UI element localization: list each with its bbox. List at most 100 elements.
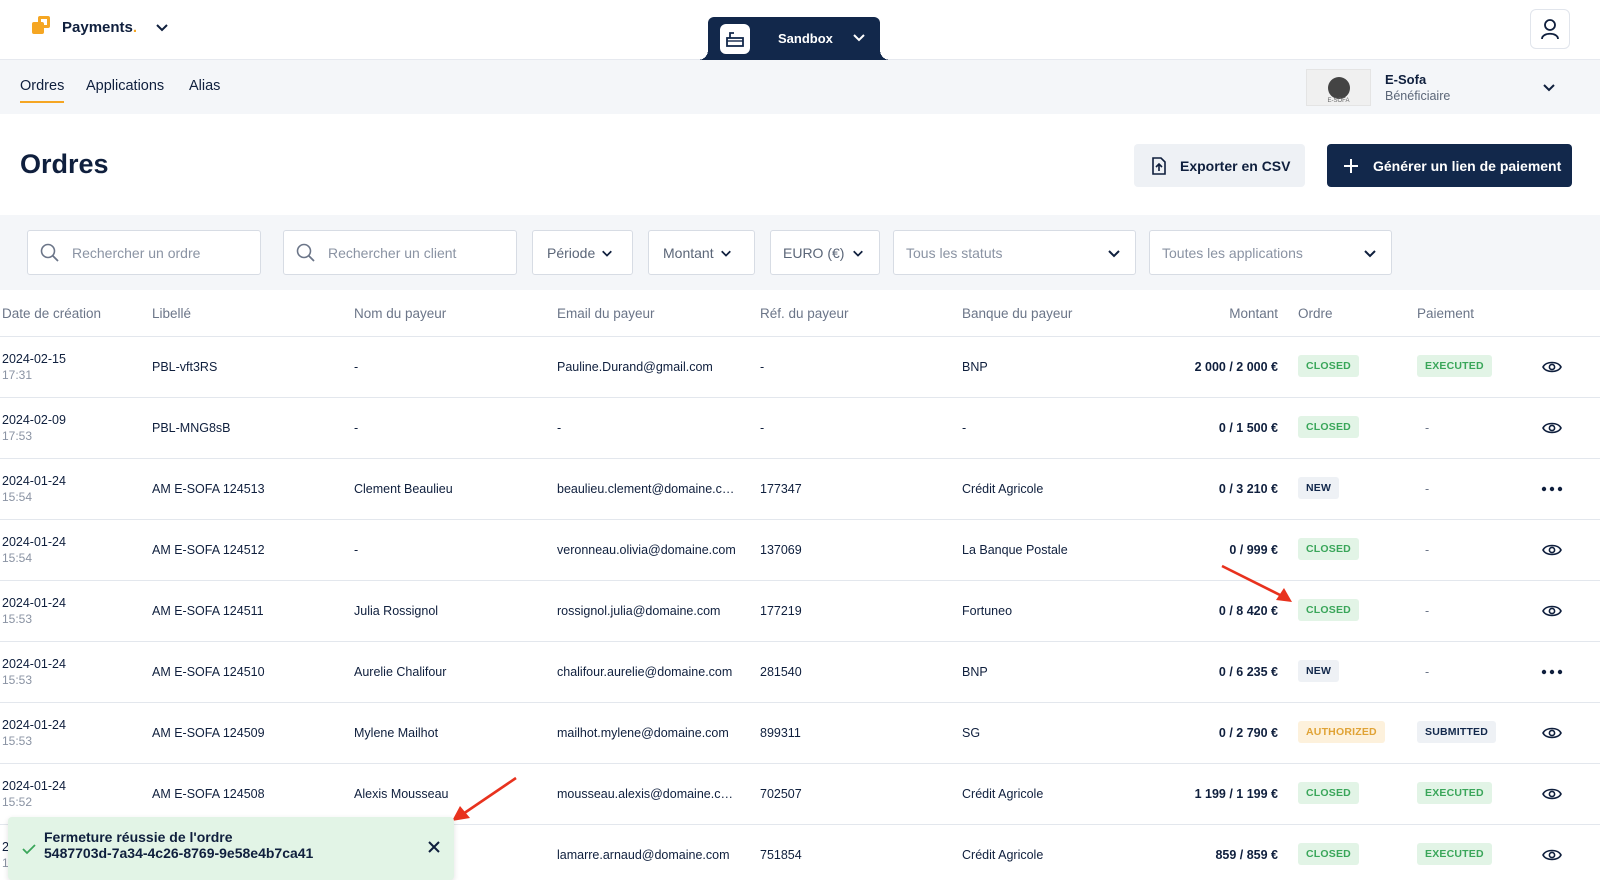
payer-bank: SG [962,726,981,740]
status-filter[interactable]: Tous les statuts [893,230,1136,275]
payer-email: - [557,421,562,435]
search-order-input[interactable]: Rechercher un ordre [27,230,261,275]
payer-bank: Crédit Agricole [962,482,1044,496]
applications-filter[interactable]: Toutes les applications [1149,230,1392,275]
currency-filter[interactable]: EURO (€) [770,230,880,275]
column-header[interactable]: Paiement [1417,306,1474,321]
table-row[interactable]: 2024-01-24 15:54 AM E-SOFA 124513 Clement B… [0,459,1600,520]
table-row[interactable]: 2024-01-24 15:52 AM E-SOFA 124508 Alexis Mo… [0,764,1600,825]
amount: 0 / 8 420 € [1218,604,1278,618]
more-horizontal-icon [1541,669,1563,675]
tab-applications[interactable]: Applications [86,78,164,94]
payer-bank: La Banque Postale [962,543,1068,557]
chevron-down-icon [720,250,731,257]
close-icon[interactable] [426,839,442,855]
payer-bank: Crédit Agricole [962,848,1044,862]
column-header[interactable]: Montant [1229,306,1278,321]
order-status-badge: NEW [1298,477,1340,499]
payment-status-badge: SUBMITTED [1417,721,1497,743]
creation-time: 17:53 [2,429,33,443]
order-status-badge: CLOSED [1298,782,1359,804]
payment-status-empty: - [1425,482,1430,496]
eye-icon [1542,361,1562,373]
creation-date: 2024-01-24 [2,779,66,793]
tab-alias[interactable]: Alias [189,78,220,94]
table-row[interactable]: 2024-02-09 17:53 PBL-MNG8sB - - - - 0 / 1 500 €… [0,398,1600,459]
column-header[interactable]: Réf. du payeur [760,306,849,321]
payer-reference: 281540 [760,665,802,679]
view-order-button[interactable] [1540,417,1564,439]
order-status-badge: CLOSED [1298,355,1359,377]
app-switcher[interactable]: Payments. [30,16,169,38]
view-order-button[interactable] [1540,600,1564,622]
generate-payment-link-button[interactable]: Générer un lien de paiement [1327,144,1572,187]
order-label: PBL-MNG8sB [152,421,231,435]
merchant-selector[interactable]: E-SOFA E-Sofa Bénéficiaire [1306,68,1596,108]
page-title: Ordres [20,149,109,179]
table-row[interactable]: 2024-01-24 15:53 AM E-SOFA 124510 Aurelie C… [0,642,1600,703]
search-client-input[interactable]: Rechercher un client [283,230,517,275]
column-header[interactable]: Nom du payeur [354,306,446,321]
column-header[interactable]: Email du payeur [557,306,655,321]
search-icon [296,243,315,262]
user-account-button[interactable] [1530,9,1570,49]
payer-name: - [354,360,359,374]
tab-ordres[interactable]: Ordres [20,78,65,103]
column-header[interactable]: Ordre [1298,306,1333,321]
payer-reference: - [760,421,765,435]
table-row[interactable]: 2024-01-24 15:54 AM E-SOFA 124512 - veronnea… [0,520,1600,581]
creation-date: 2024-01-24 [2,657,66,671]
payment-status-empty: - [1425,543,1430,557]
column-header[interactable]: Banque du payeur [962,306,1072,321]
filter-bar: Rechercher un ordre Rechercher un client… [0,215,1600,290]
chevron-down-icon [1108,250,1120,258]
environment-label: Sandbox [778,31,833,46]
payer-email: mousseau.alexis@domaine.com [557,787,737,801]
table-header: Date de création Libellé Nom du payeur E… [0,297,1600,337]
amount: 0 / 3 210 € [1218,482,1278,496]
view-order-button[interactable] [1540,356,1564,378]
brand-name: Payments. [62,18,138,36]
user-icon [1541,19,1559,40]
payer-reference: 177219 [760,604,802,618]
order-label: PBL-vft3RS [152,360,218,374]
more-actions-button[interactable] [1540,661,1564,683]
creation-date: 2024-02-15 [2,352,66,366]
view-order-button[interactable] [1540,844,1564,866]
environment-selector[interactable]: Sandbox [698,17,890,60]
payer-reference: 702507 [760,787,802,801]
annotation-arrow-icon [452,776,517,821]
amount: 1 199 / 1 199 € [1194,787,1278,801]
check-icon [22,844,36,855]
view-order-button[interactable] [1540,722,1564,744]
payer-email: veronneau.olivia@domaine.com [557,543,736,557]
table-row[interactable]: 2024-01-24 15:53 AM E-SOFA 124509 Mylene Ma… [0,703,1600,764]
payer-email: rossignol.julia@domaine.com [557,604,721,618]
view-order-button[interactable] [1540,539,1564,561]
order-label: AM E-SOFA 124513 [152,482,265,496]
toast-order-id: 5487703d-7a34-4c26-8769-9e58e4b7ca41 [44,845,314,861]
table-row[interactable]: 2024-02-15 17:31 PBL-vft3RS - Pauline.Durand… [0,337,1600,398]
more-horizontal-icon [1541,486,1563,492]
order-label: AM E-SOFA 124509 [152,726,265,740]
payer-email: lamarre.arnaud@domaine.com [557,848,730,862]
table-row[interactable]: 2024-01-24 15:53 AM E-SOFA 124511 Julia Ros… [0,581,1600,642]
eye-icon [1542,849,1562,861]
amount-filter[interactable]: Montant [648,230,755,275]
search-icon [40,243,59,262]
more-actions-button[interactable] [1540,478,1564,500]
order-status-badge: CLOSED [1298,416,1359,438]
period-filter[interactable]: Période [532,230,633,275]
creation-time: 17:31 [2,368,33,382]
payer-email: Pauline.Durand@gmail.com [557,360,713,374]
column-header[interactable]: Libellé [152,306,191,321]
amount: 0 / 6 235 € [1218,665,1278,679]
eye-icon [1542,788,1562,800]
payer-name: - [354,543,359,557]
eye-icon [1542,422,1562,434]
toast-title: Fermeture réussie de l'ordre [44,829,233,845]
view-order-button[interactable] [1540,783,1564,805]
payer-reference: 751854 [760,848,802,862]
column-header[interactable]: Date de création [2,306,101,321]
export-csv-button[interactable]: Exporter en CSV [1134,144,1305,187]
